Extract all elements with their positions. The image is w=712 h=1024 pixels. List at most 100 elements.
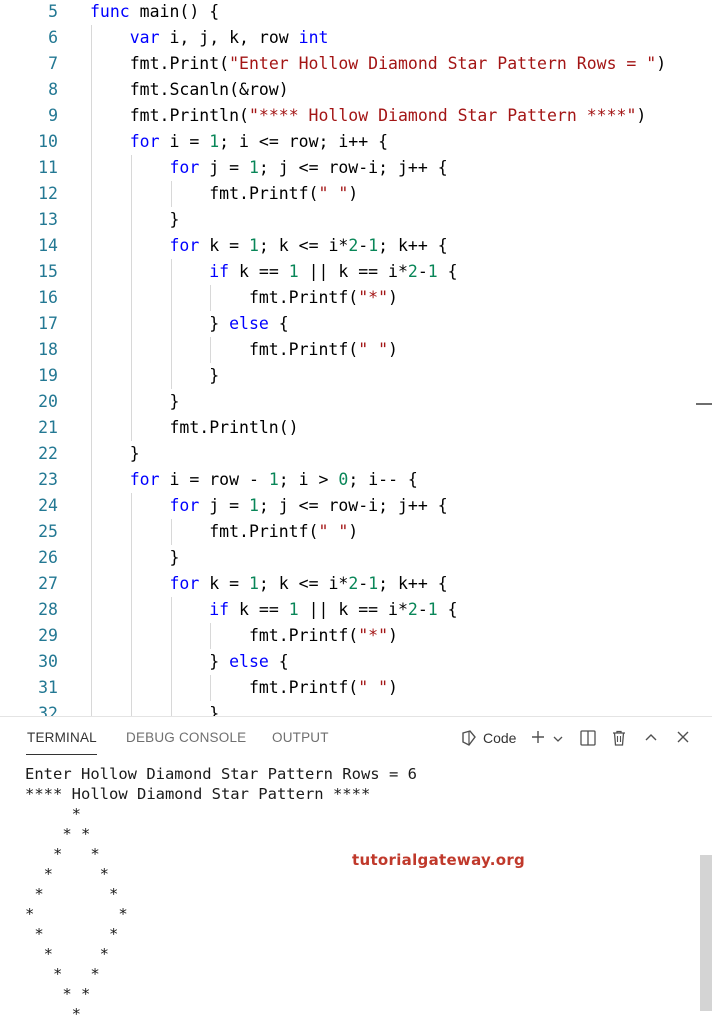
- code-text[interactable]: fmt.Scanln(&row): [90, 77, 289, 103]
- indent-guide: [170, 675, 172, 701]
- code-line[interactable]: 22 }: [0, 441, 712, 467]
- code-line[interactable]: 31 fmt.Printf(" "): [0, 675, 712, 701]
- code-token: var: [129, 28, 160, 47]
- indent-guide: [91, 337, 92, 363]
- code-line[interactable]: 18 fmt.Printf(" "): [0, 337, 712, 363]
- indent-guide: [91, 623, 92, 649]
- code-text[interactable]: for j = 1; j <= row-i; j++ {: [90, 493, 447, 519]
- indent-guide: [210, 285, 212, 311]
- code-line[interactable]: 23 for i = row - 1; i > 0; i-- {: [0, 467, 712, 493]
- code-line[interactable]: 32 }: [0, 701, 712, 716]
- code-line[interactable]: 15 if k == 1 || k == i*2-1 {: [0, 259, 712, 285]
- code-token: k =: [199, 574, 249, 593]
- line-number: 32: [38, 704, 58, 716]
- code-text[interactable]: }: [90, 441, 140, 467]
- code-text[interactable]: for k = 1; k <= i*2-1; k++ {: [90, 233, 447, 259]
- code-text[interactable]: fmt.Println(): [90, 415, 298, 441]
- code-token: ; i >: [278, 470, 339, 489]
- code-token: fmt.Print(: [90, 54, 230, 73]
- code-line[interactable]: 21 fmt.Println(): [0, 415, 712, 441]
- code-token: }: [90, 444, 140, 463]
- code-text[interactable]: }: [90, 545, 179, 571]
- code-token: -: [417, 262, 428, 281]
- code-line[interactable]: 17 } else {: [0, 311, 712, 337]
- code-line[interactable]: 16 fmt.Printf("*"): [0, 285, 712, 311]
- code-line[interactable]: 14 for k = 1; k <= i*2-1; k++ {: [0, 233, 712, 259]
- tab-output[interactable]: OUTPUT: [272, 730, 329, 745]
- indent-guide: [91, 129, 92, 155]
- code-token: fmt.Scanln(&row): [90, 80, 289, 99]
- code-token: 1: [288, 600, 299, 619]
- code-token: ; i-- {: [348, 470, 418, 489]
- terminal-line: * *: [25, 885, 119, 903]
- tab-terminal[interactable]: TERMINAL: [27, 730, 97, 745]
- code-line[interactable]: 12 fmt.Printf(" "): [0, 181, 712, 207]
- code-text[interactable]: fmt.Printf("*"): [90, 285, 398, 311]
- code-text[interactable]: for k = 1; k <= i*2-1; k++ {: [90, 571, 447, 597]
- code-token: 1: [248, 496, 259, 515]
- plus-icon[interactable]: [530, 729, 546, 749]
- indent-guide: [130, 389, 132, 415]
- indent-guide: [170, 519, 172, 545]
- code-text[interactable]: fmt.Printf("*"): [90, 623, 398, 649]
- indent-guide: [91, 77, 92, 103]
- line-number: 9: [48, 106, 58, 125]
- code-line[interactable]: 27 for k = 1; k <= i*2-1; k++ {: [0, 571, 712, 597]
- code-text[interactable]: fmt.Println("**** Hollow Diamond Star Pa…: [90, 103, 647, 129]
- code-line[interactable]: 19 }: [0, 363, 712, 389]
- code-text[interactable]: }: [90, 389, 179, 415]
- code-line[interactable]: 10 for i = 1; i <= row; i++ {: [0, 129, 712, 155]
- code-token: ): [348, 522, 359, 541]
- split-icon[interactable]: [579, 729, 597, 751]
- code-text[interactable]: }: [90, 701, 219, 716]
- code-line[interactable]: 24 for j = 1; j <= row-i; j++ {: [0, 493, 712, 519]
- code-line[interactable]: 30 } else {: [0, 649, 712, 675]
- code-text[interactable]: fmt.Print("Enter Hollow Diamond Star Pat…: [90, 51, 666, 77]
- code-text[interactable]: for i = row - 1; i > 0; i-- {: [90, 467, 418, 493]
- terminal-scrollbar[interactable]: [700, 855, 712, 1011]
- chevron-down-icon[interactable]: [552, 731, 564, 749]
- code-text[interactable]: } else {: [90, 311, 289, 337]
- code-token: }: [90, 210, 180, 229]
- code-text[interactable]: var i, j, k, row int: [90, 25, 329, 51]
- terminal-line: * *: [25, 965, 100, 983]
- code-token: "Enter Hollow Diamond Star Pattern Rows …: [229, 54, 657, 73]
- code-line[interactable]: 9 fmt.Println("**** Hollow Diamond Star …: [0, 103, 712, 129]
- terminal-output[interactable]: Enter Hollow Diamond Star Pattern Rows =…: [25, 764, 417, 1024]
- code-line[interactable]: 20 }: [0, 389, 712, 415]
- code-text[interactable]: if k == 1 || k == i*2-1 {: [90, 259, 457, 285]
- chevron-up-icon[interactable]: [644, 730, 658, 748]
- shell-selector-label[interactable]: Code: [483, 730, 516, 746]
- code-line[interactable]: 8 fmt.Scanln(&row): [0, 77, 712, 103]
- close-icon[interactable]: [676, 730, 690, 748]
- code-text[interactable]: if k == 1 || k == i*2-1 {: [90, 597, 457, 623]
- code-token: " ": [358, 678, 389, 697]
- line-number: 5: [48, 2, 58, 21]
- terminal-icon[interactable]: [460, 729, 478, 751]
- tab-debug-console[interactable]: DEBUG CONSOLE: [126, 730, 246, 745]
- code-text[interactable]: for j = 1; j <= row-i; j++ {: [90, 155, 447, 181]
- code-text[interactable]: for i = 1; i <= row; i++ {: [90, 129, 388, 155]
- code-line[interactable]: 26 }: [0, 545, 712, 571]
- code-text[interactable]: fmt.Printf(" "): [90, 675, 398, 701]
- code-line[interactable]: 5 func main() {: [0, 0, 712, 25]
- code-text[interactable]: fmt.Printf(" "): [90, 337, 398, 363]
- code-line[interactable]: 25 fmt.Printf(" "): [0, 519, 712, 545]
- code-token: {: [268, 652, 289, 671]
- code-line[interactable]: 6 var i, j, k, row int: [0, 25, 712, 51]
- code-text[interactable]: }: [90, 363, 219, 389]
- code-text[interactable]: }: [90, 207, 179, 233]
- code-text[interactable]: func main() {: [90, 0, 219, 25]
- trash-icon[interactable]: [610, 729, 628, 751]
- code-line[interactable]: 28 if k == 1 || k == i*2-1 {: [0, 597, 712, 623]
- indent-guide: [170, 285, 172, 311]
- code-token: 1: [368, 574, 379, 593]
- code-line[interactable]: 29 fmt.Printf("*"): [0, 623, 712, 649]
- code-line[interactable]: 13 }: [0, 207, 712, 233]
- code-line[interactable]: 11 for j = 1; j <= row-i; j++ {: [0, 155, 712, 181]
- code-line[interactable]: 7 fmt.Print("Enter Hollow Diamond Star P…: [0, 51, 712, 77]
- code-editor[interactable]: 5 func main() {6 var i, j, k, row int 7 fm…: [0, 0, 712, 716]
- editor-scroll-marker: [696, 403, 712, 405]
- code-text[interactable]: } else {: [90, 649, 289, 675]
